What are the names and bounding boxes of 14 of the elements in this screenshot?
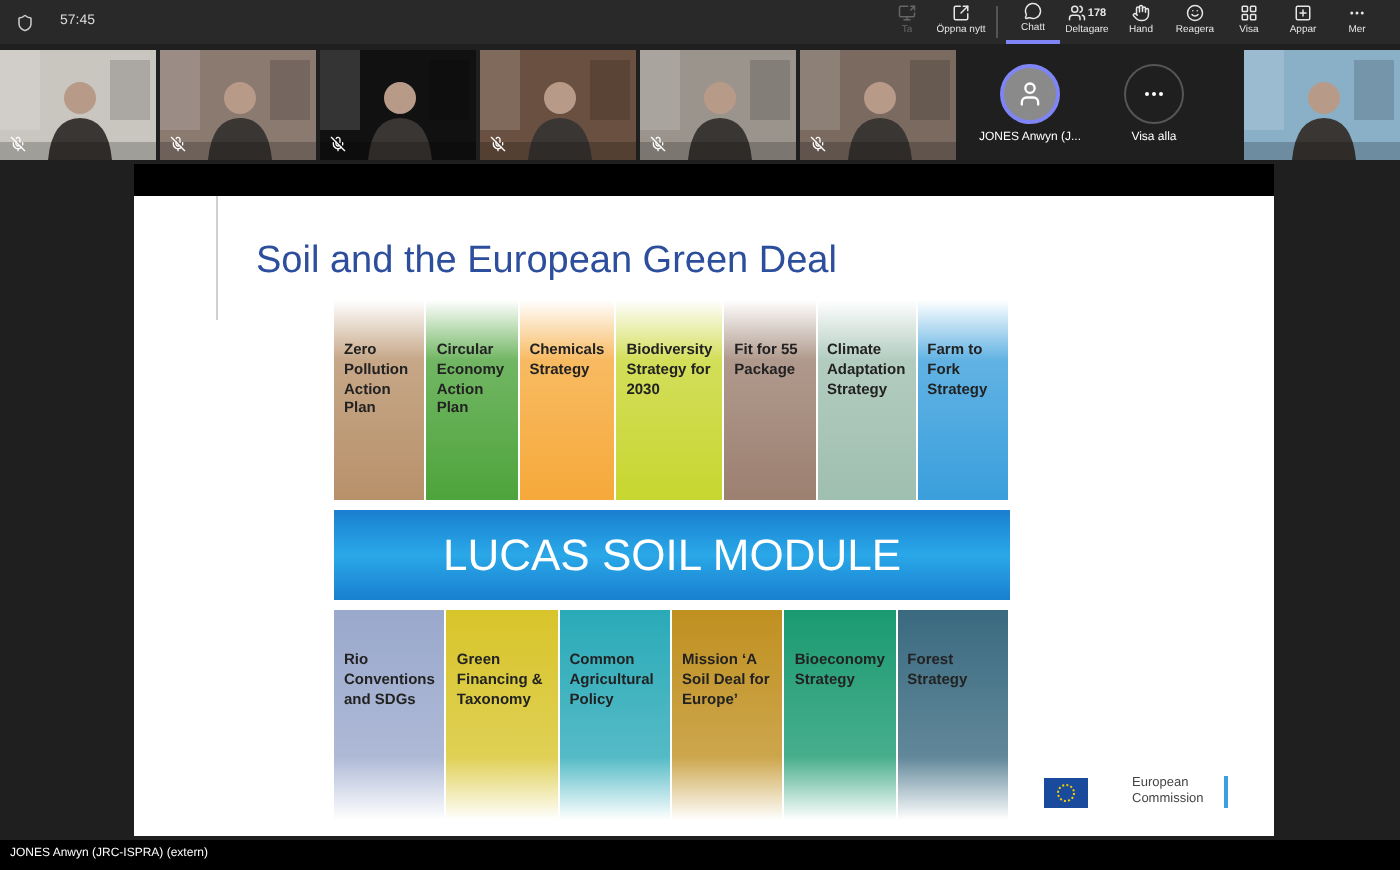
eu-flag-icon xyxy=(1044,777,1088,808)
popout-icon xyxy=(952,4,970,23)
slide-title: Soil and the European Green Deal xyxy=(256,238,837,286)
avatar[interactable] xyxy=(1000,63,1060,123)
chat-icon xyxy=(1024,2,1042,21)
plus-square-icon xyxy=(1294,4,1312,23)
smiley-icon xyxy=(1186,4,1204,23)
people-icon xyxy=(1067,4,1086,23)
grid-icon xyxy=(1240,4,1258,23)
shield-icon xyxy=(16,13,34,31)
screen-share-icon xyxy=(898,4,916,23)
person-icon xyxy=(1016,79,1044,107)
lucas-band: LUCAS SOIL MODULE xyxy=(334,510,1010,600)
hand-icon xyxy=(1132,4,1150,23)
